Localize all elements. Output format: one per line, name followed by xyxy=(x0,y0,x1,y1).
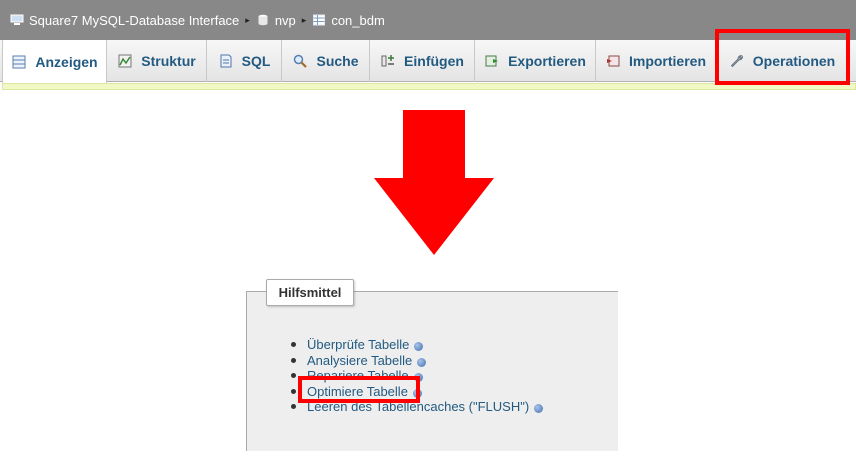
tab-label: Importieren xyxy=(628,53,706,69)
sql-icon xyxy=(220,54,232,68)
breadcrumb-database-label: nvp xyxy=(274,12,296,28)
database-icon xyxy=(258,14,268,26)
table-icon xyxy=(313,14,326,26)
check-table-link[interactable]: Überprüfe Tabelle xyxy=(307,337,409,353)
operationen-highlight xyxy=(715,29,850,85)
tab-exportieren[interactable]: Exportieren xyxy=(475,40,596,82)
tab-label: SQL xyxy=(241,53,271,69)
tab-label: Einfügen xyxy=(404,53,464,69)
breadcrumb-database[interactable]: nvp xyxy=(256,13,296,28)
tab-struktur[interactable]: Struktur xyxy=(107,40,207,82)
help-icon[interactable] xyxy=(534,404,544,414)
tab-suche[interactable]: Suche xyxy=(282,40,370,82)
down-arrow-icon xyxy=(374,110,494,255)
analyze-table-link[interactable]: Analysiere Tabelle xyxy=(307,353,412,369)
breadcrumb-table[interactable]: con_bdm xyxy=(312,12,385,28)
tab-sql[interactable]: SQL xyxy=(207,40,282,82)
list-item: Analysiere Tabelle xyxy=(291,353,543,369)
import-icon xyxy=(606,55,620,67)
browse-icon xyxy=(12,55,26,68)
export-icon xyxy=(485,55,499,67)
breadcrumb-separator: ▸ xyxy=(301,14,307,25)
tab-label: Exportieren xyxy=(508,53,586,69)
server-icon xyxy=(10,14,24,25)
breadcrumb-server-label: Square7 MySQL-Database Interface xyxy=(29,12,240,28)
optimize-highlight xyxy=(298,376,420,403)
breadcrumb-server[interactable]: Square7 MySQL-Database Interface xyxy=(10,13,239,28)
structure-icon xyxy=(118,54,132,68)
insert-icon xyxy=(381,55,395,67)
maintenance-legend: Hilfsmittel xyxy=(266,279,354,306)
list-item: Überprüfe Tabelle xyxy=(291,337,543,353)
search-icon xyxy=(294,54,308,68)
tab-label: Struktur xyxy=(141,53,196,69)
help-icon[interactable] xyxy=(417,357,427,367)
tab-importieren[interactable]: Importieren xyxy=(596,40,716,82)
tab-anzeigen[interactable]: Anzeigen xyxy=(2,40,107,83)
tab-label: Suche xyxy=(316,53,359,69)
breadcrumb-table-label: con_bdm xyxy=(331,12,385,28)
help-icon[interactable] xyxy=(414,342,424,352)
breadcrumb-separator: ▸ xyxy=(245,14,250,25)
tab-label: Anzeigen xyxy=(35,53,98,70)
tab-einfuegen[interactable]: Einfügen xyxy=(370,40,475,82)
